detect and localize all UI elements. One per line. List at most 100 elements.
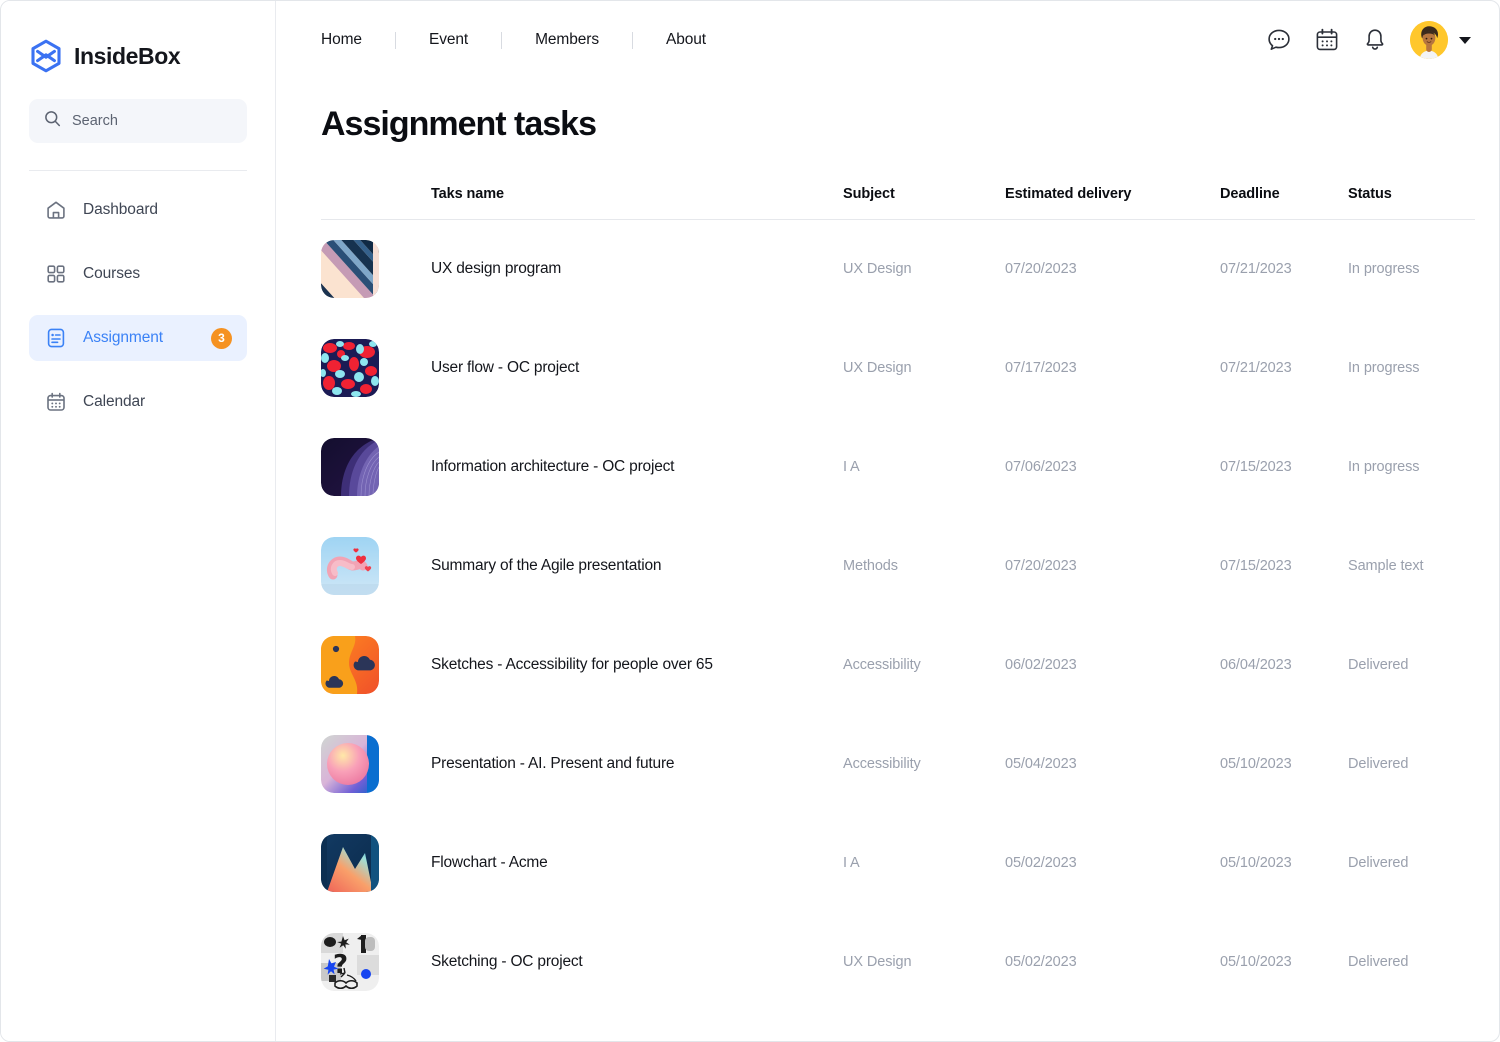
sidebar-item-label: Courses xyxy=(83,265,141,282)
task-name: Information architecture - OC project xyxy=(431,458,675,475)
cell-status: In progress xyxy=(1348,319,1475,418)
calendar-icon[interactable] xyxy=(1314,27,1340,53)
thumb-orange-clouds xyxy=(321,636,379,694)
task-status: Delivered xyxy=(1348,756,1409,772)
table-row[interactable]: Summary of the Agile presentation Method… xyxy=(321,517,1475,616)
cell-status: Delivered xyxy=(1348,616,1475,715)
task-name: Flowchart - Acme xyxy=(431,854,548,871)
cell-task-name: Sketching - OC project xyxy=(431,913,843,1012)
page-title: Assignment tasks xyxy=(321,105,597,143)
assignment-tasks-table: Taks name Subject Estimated delivery Dea… xyxy=(321,186,1475,1012)
home-icon xyxy=(45,199,67,221)
brand[interactable]: InsideBox xyxy=(29,1,247,73)
tasks-table-container: Taks name Subject Estimated delivery Dea… xyxy=(276,144,1499,1012)
grid-squares-icon xyxy=(45,263,67,285)
search-icon xyxy=(44,110,61,132)
column-header-estimated-delivery[interactable]: Estimated delivery xyxy=(1005,186,1220,220)
column-header-status[interactable]: Status xyxy=(1348,186,1475,220)
cell-estimated: 06/02/2023 xyxy=(1005,616,1220,715)
column-header-deadline[interactable]: Deadline xyxy=(1220,186,1348,220)
task-status: In progress xyxy=(1348,261,1420,278)
table-row[interactable]: UX design program UX Design 07/20/2023 0… xyxy=(321,220,1475,319)
cell-deadline: 07/21/2023 xyxy=(1220,319,1348,418)
cell-deadline: 07/15/2023 xyxy=(1220,517,1348,616)
task-subject: Accessibility xyxy=(843,657,921,673)
table-body: UX design program UX Design 07/20/2023 0… xyxy=(321,220,1475,1012)
cell-estimated: 07/17/2023 xyxy=(1005,319,1220,418)
cell-task-name: Summary of the Agile presentation xyxy=(431,517,843,616)
cell-status: Delivered xyxy=(1348,913,1475,1012)
cell-subject: UX Design xyxy=(843,319,1005,418)
thumb-pastel-sphere xyxy=(321,735,379,793)
cell-status: In progress xyxy=(1348,418,1475,517)
account-menu[interactable] xyxy=(1410,21,1471,59)
task-status: Delivered xyxy=(1348,657,1409,673)
thumb-dark-purple-wave xyxy=(321,438,379,496)
sidebar-item-dashboard[interactable]: Dashboard xyxy=(29,187,247,233)
thumb-red-camo xyxy=(321,339,379,397)
task-estimated-delivery: 07/20/2023 xyxy=(1005,558,1077,574)
cell-thumbnail xyxy=(321,418,431,517)
cell-estimated: 05/02/2023 xyxy=(1005,913,1220,1012)
search-input[interactable] xyxy=(72,113,232,129)
sidebar-item-courses[interactable]: Courses xyxy=(29,251,247,297)
cell-thumbnail xyxy=(321,814,431,913)
cell-subject: Accessibility xyxy=(843,616,1005,715)
task-name: User flow - OC project xyxy=(431,359,580,376)
topnav-link-about[interactable]: About xyxy=(633,31,739,49)
table-row[interactable]: Presentation - AI. Present and future Ac… xyxy=(321,715,1475,814)
thumb-bw-collage: ? xyxy=(321,933,379,991)
cell-thumbnail: ? xyxy=(321,913,431,1012)
search-box[interactable] xyxy=(29,99,247,143)
cell-subject: Methods xyxy=(843,517,1005,616)
sidebar-item-label: Dashboard xyxy=(83,201,158,218)
table-row[interactable]: ? Sketching - OC project UX Design 05/02… xyxy=(321,913,1475,1012)
task-deadline: 07/15/2023 xyxy=(1220,558,1292,574)
task-estimated-delivery: 05/04/2023 xyxy=(1005,756,1077,772)
chevron-down-icon xyxy=(1459,36,1471,44)
top-navigation: Home Event Members About xyxy=(321,31,739,49)
sidebar-item-calendar[interactable]: Calendar xyxy=(29,379,247,425)
task-subject: UX Design xyxy=(843,954,912,970)
topnav-link-home[interactable]: Home xyxy=(321,31,395,49)
table-row[interactable]: Information architecture - OC project I … xyxy=(321,418,1475,517)
bell-icon[interactable] xyxy=(1362,27,1388,53)
task-name: Presentation - AI. Present and future xyxy=(431,755,675,772)
cell-estimated: 07/20/2023 xyxy=(1005,517,1220,616)
task-estimated-delivery: 06/02/2023 xyxy=(1005,657,1077,673)
topnav-link-members[interactable]: Members xyxy=(502,31,632,49)
main-content: Home Event Members About Assignment task… xyxy=(276,1,1499,1041)
cell-subject: UX Design xyxy=(843,220,1005,319)
cell-task-name: Sketches - Accessibility for people over… xyxy=(431,616,843,715)
cell-deadline: 05/10/2023 xyxy=(1220,715,1348,814)
cell-thumbnail xyxy=(321,319,431,418)
cell-status: Delivered xyxy=(1348,715,1475,814)
sidebar-item-assignment[interactable]: Assignment 3 xyxy=(29,315,247,361)
hexagon-box-logo-icon xyxy=(29,39,63,73)
column-header-task-name[interactable]: Taks name xyxy=(431,186,843,220)
cell-subject: I A xyxy=(843,418,1005,517)
cell-estimated: 07/20/2023 xyxy=(1005,220,1220,319)
sidebar-item-label: Assignment xyxy=(83,329,163,346)
chat-bubble-icon[interactable] xyxy=(1266,27,1292,53)
status-badge: 3 xyxy=(211,327,232,349)
table-row[interactable]: Sketches - Accessibility for people over… xyxy=(321,616,1475,715)
task-estimated-delivery: 07/17/2023 xyxy=(1005,360,1077,376)
cell-thumbnail xyxy=(321,517,431,616)
task-estimated-delivery: 05/02/2023 xyxy=(1005,855,1077,871)
table-row[interactable]: Flowchart - Acme I A 05/02/2023 05/10/20… xyxy=(321,814,1475,913)
task-deadline: 05/10/2023 xyxy=(1220,855,1292,871)
cell-thumbnail xyxy=(321,220,431,319)
sidebar: InsideBox Dashboard xyxy=(1,1,276,1041)
task-subject: UX Design xyxy=(843,360,912,376)
task-name: Summary of the Agile presentation xyxy=(431,557,662,574)
task-status: Delivered xyxy=(1348,954,1409,970)
column-header-subject[interactable]: Subject xyxy=(843,186,1005,220)
sidebar-divider xyxy=(29,170,247,171)
topnav-link-event[interactable]: Event xyxy=(396,31,501,49)
task-estimated-delivery: 05/02/2023 xyxy=(1005,954,1077,970)
task-estimated-delivery: 07/20/2023 xyxy=(1005,261,1077,278)
sidebar-nav: Dashboard Courses Assignment 3 Calendar xyxy=(29,187,247,425)
task-status: Sample text xyxy=(1348,558,1424,574)
table-row[interactable]: User flow - OC project UX Design 07/17/2… xyxy=(321,319,1475,418)
